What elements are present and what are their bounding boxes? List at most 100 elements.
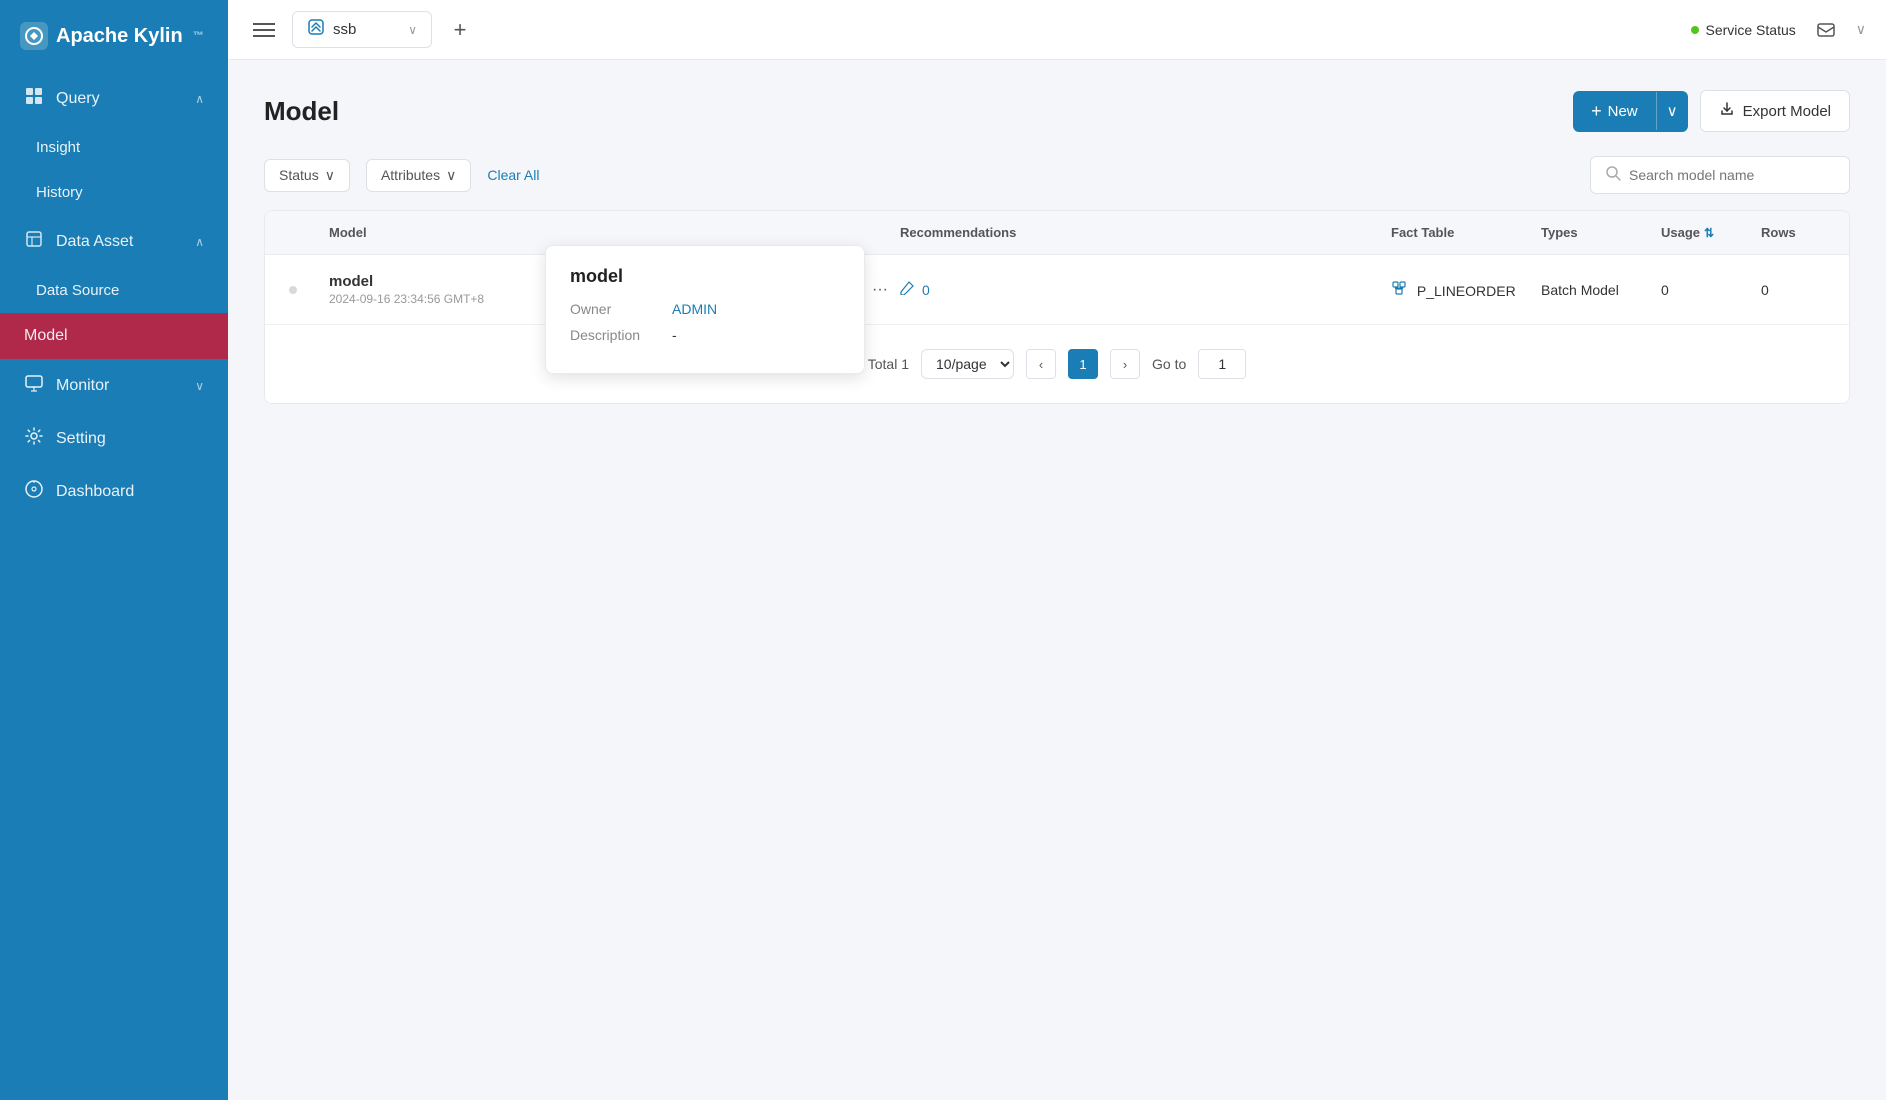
rows-value: 0	[1761, 282, 1769, 298]
notifications-button[interactable]	[1808, 12, 1844, 48]
app-logo: Apache Kylin ™	[0, 0, 228, 72]
model-date: 2024-09-16 23:34:56 GMT+8	[329, 292, 484, 306]
tooltip-owner-value: ADMIN	[672, 301, 717, 317]
pagination-page-1[interactable]: 1	[1068, 349, 1098, 379]
logo-icon	[20, 22, 48, 50]
row-status-cell	[281, 272, 321, 308]
tooltip-owner-label: Owner	[570, 301, 660, 317]
sidebar-item-history-label: History	[36, 184, 83, 201]
row-recommendations-cell: 0	[892, 267, 1383, 312]
attributes-filter-label: Attributes	[381, 167, 440, 183]
service-status-dot	[1691, 26, 1699, 34]
table-header: Model Recommendations Fact Table Types U…	[265, 211, 1849, 255]
sidebar-item-model-label: Model	[24, 327, 68, 345]
filters-row: Status ∨ Attributes ∨ Clear All	[264, 156, 1850, 194]
edit-recommendations-icon[interactable]	[900, 281, 914, 298]
monitor-icon	[24, 373, 44, 398]
column-types: Types	[1533, 211, 1653, 254]
pagination-page-size[interactable]: 10/page 20/page 50/page	[921, 349, 1014, 379]
sidebar-item-data-asset-label: Data Asset	[56, 233, 133, 251]
column-status	[281, 211, 321, 254]
pagination-next-button[interactable]: ›	[1110, 349, 1140, 379]
tooltip-description-label: Description	[570, 327, 660, 343]
status-filter-label: Status	[279, 167, 319, 183]
project-name: ssb	[333, 21, 356, 38]
pagination-total: Total 1	[868, 356, 909, 372]
pagination-goto-input[interactable]	[1198, 349, 1246, 379]
sidebar-item-dashboard-label: Dashboard	[56, 483, 134, 501]
status-filter-button[interactable]: Status ∨	[264, 159, 350, 192]
sidebar-item-data-source[interactable]: Data Source	[0, 268, 228, 313]
model-tooltip: model Owner ADMIN Description -	[545, 245, 865, 374]
query-chevron-icon: ∧	[195, 92, 204, 106]
sidebar-item-history[interactable]: History	[0, 170, 228, 215]
table-row: model 2024-09-16 23:34:56 GMT+8	[265, 255, 1849, 325]
sidebar-item-dashboard[interactable]: Dashboard	[0, 465, 228, 518]
more-actions-icon[interactable]: ···	[872, 281, 888, 299]
tooltip-owner-row: Owner ADMIN	[570, 301, 840, 317]
model-type-value: Batch Model	[1541, 282, 1619, 298]
new-button-dropdown[interactable]: ∨	[1656, 92, 1688, 130]
add-project-button[interactable]: +	[444, 14, 476, 46]
export-icon	[1719, 101, 1735, 121]
attributes-filter-button[interactable]: Attributes ∨	[366, 159, 471, 192]
sidebar-item-monitor[interactable]: Monitor ∨	[0, 359, 228, 412]
search-box[interactable]	[1590, 156, 1850, 194]
sidebar-item-data-asset[interactable]: Data Asset ∧	[0, 215, 228, 268]
sidebar-item-insight-label: Insight	[36, 139, 80, 156]
tooltip-title: model	[570, 266, 840, 287]
attributes-filter-chevron-icon: ∨	[446, 167, 456, 184]
sidebar-item-data-source-label: Data Source	[36, 282, 119, 299]
service-status: Service Status	[1691, 22, 1795, 38]
export-button-label: Export Model	[1743, 103, 1831, 120]
topbar-chevron-icon[interactable]: ∨	[1856, 21, 1866, 38]
model-name[interactable]: model	[329, 273, 373, 290]
sidebar-item-monitor-label: Monitor	[56, 377, 109, 395]
row-fact-table-cell: P_LINEORDER	[1383, 266, 1533, 313]
data-asset-icon	[24, 229, 44, 254]
project-icon	[307, 18, 325, 41]
fact-table-icon	[1391, 283, 1411, 299]
status-filter-chevron-icon: ∨	[325, 167, 335, 184]
service-status-label: Service Status	[1705, 22, 1795, 38]
sidebar: Apache Kylin ™ Query ∧ Insight History	[0, 0, 228, 1100]
project-selector[interactable]: ssb ∨	[292, 11, 432, 48]
tooltip-description-row: Description -	[570, 327, 840, 343]
search-icon	[1605, 165, 1621, 185]
column-fact-table: Fact Table	[1383, 211, 1533, 254]
recommendations-count: 0	[900, 281, 930, 298]
sidebar-item-setting[interactable]: Setting	[0, 412, 228, 465]
project-chevron-icon: ∨	[408, 23, 417, 37]
new-model-button[interactable]: + New ∨	[1573, 91, 1688, 132]
row-rows-cell: 0	[1753, 268, 1833, 312]
column-recommendations: Recommendations	[892, 211, 1383, 254]
monitor-chevron-icon: ∨	[195, 379, 204, 393]
search-input[interactable]	[1629, 167, 1835, 183]
sidebar-item-insight[interactable]: Insight	[0, 125, 228, 170]
dashboard-icon	[24, 479, 44, 504]
app-name: Apache Kylin	[56, 25, 183, 48]
new-button-main[interactable]: + New	[1573, 91, 1656, 132]
main-content: ssb ∨ + Service Status ∨ Model +	[228, 0, 1886, 1100]
tooltip-description-value: -	[672, 327, 677, 343]
new-button-label: New	[1608, 103, 1638, 120]
export-model-button[interactable]: Export Model	[1700, 90, 1850, 132]
usage-value: 0	[1661, 282, 1669, 298]
clear-all-button[interactable]: Clear All	[487, 167, 539, 183]
usage-sort-icon[interactable]: ⇅	[1704, 226, 1714, 240]
content-area: Model + New ∨	[228, 60, 1886, 1100]
page-title: Model	[264, 96, 339, 127]
pagination: Total 1 10/page 20/page 50/page ‹ 1 › Go…	[265, 325, 1849, 403]
page-header: Model + New ∨	[264, 90, 1850, 132]
fact-table-value: P_LINEORDER	[1391, 280, 1516, 299]
header-actions: + New ∨ Export Model	[1573, 90, 1850, 132]
sidebar-item-setting-label: Setting	[56, 430, 106, 448]
pagination-prev-button[interactable]: ‹	[1026, 349, 1056, 379]
sidebar-item-query-label: Query	[56, 90, 100, 108]
row-status-indicator	[289, 286, 297, 294]
sidebar-item-model[interactable]: Model	[0, 313, 228, 359]
column-usage: Usage ⇅	[1653, 211, 1753, 254]
setting-icon	[24, 426, 44, 451]
sidebar-item-query[interactable]: Query ∧	[0, 72, 228, 125]
collapse-sidebar-button[interactable]	[248, 14, 280, 46]
